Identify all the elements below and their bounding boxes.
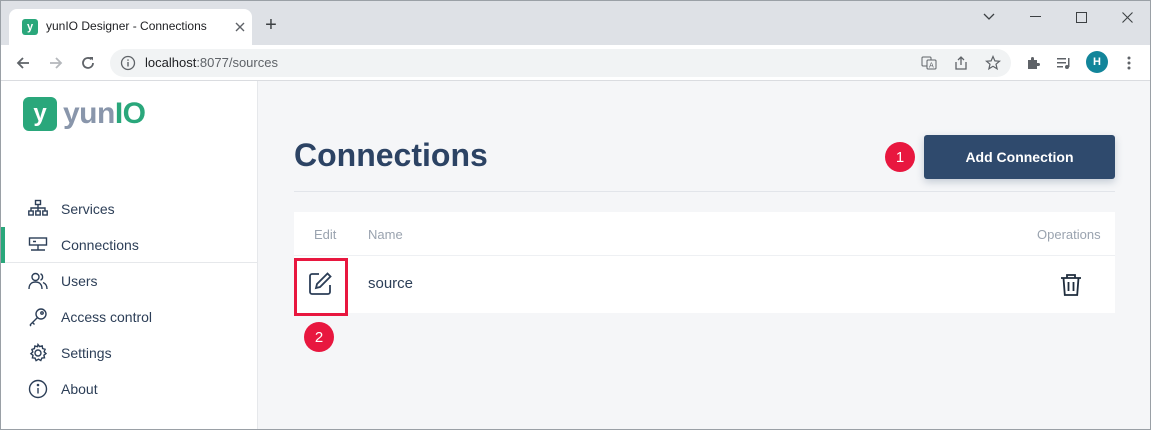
annotation-marker-2: 2 (304, 322, 334, 352)
connection-name: source (368, 275, 414, 292)
yunio-favicon-icon: y (22, 19, 38, 35)
maximize-icon[interactable] (1058, 7, 1104, 27)
column-header-edit: Edit (314, 227, 337, 242)
page-title: Connections (294, 137, 488, 173)
sidebar-item-connections[interactable]: Connections (1, 227, 258, 263)
back-arrow-icon[interactable] (11, 51, 35, 75)
sidebar-nav: Services Connections Users Access contro… (1, 191, 258, 407)
minimize-icon[interactable] (1012, 7, 1058, 27)
delete-connection-button[interactable] (1058, 272, 1084, 298)
forward-arrow-icon[interactable] (44, 51, 68, 75)
new-tab-button[interactable]: + (259, 13, 283, 37)
profile-avatar[interactable]: H (1086, 51, 1108, 73)
media-queue-icon[interactable] (1054, 53, 1074, 73)
sidebar-item-users[interactable]: Users (1, 263, 258, 299)
info-icon (27, 378, 49, 400)
svg-text:A: A (929, 62, 934, 70)
translate-icon[interactable]: A (921, 55, 937, 71)
gear-icon (27, 342, 49, 364)
edit-highlight-box (294, 258, 348, 316)
page-content: y yunIO Services Connections Users Acces… (1, 81, 1150, 429)
yunio-logo[interactable]: y yunIO (23, 97, 146, 131)
sidebar-item-label: Services (61, 201, 115, 217)
add-connection-button[interactable]: Add Connection (924, 135, 1115, 179)
bookmark-star-icon[interactable] (984, 54, 1002, 71)
title-divider (294, 191, 1115, 192)
browser-window: y yunIO Designer - Connections + localho… (0, 0, 1151, 430)
reload-icon[interactable] (76, 51, 100, 75)
sidebar: y yunIO Services Connections Users Acces… (1, 81, 258, 429)
sidebar-item-label: Access control (61, 309, 153, 325)
key-icon (27, 306, 49, 328)
browser-menu-icon[interactable] (1119, 53, 1139, 73)
share-icon[interactable] (953, 55, 969, 71)
browser-toolbar: localhost:8077/sources A H (1, 45, 1150, 81)
sidebar-item-label: Connections (61, 236, 139, 253)
column-header-name: Name (368, 227, 403, 242)
users-icon (27, 270, 49, 292)
extensions-puzzle-icon[interactable] (1023, 53, 1043, 73)
close-window-icon[interactable] (1104, 7, 1150, 27)
column-header-operations: Operations (1037, 227, 1101, 242)
logo-text: yunIO (63, 97, 146, 130)
sidebar-item-settings[interactable]: Settings (1, 335, 258, 371)
services-hierarchy-icon (27, 198, 49, 220)
address-bar[interactable]: localhost:8077/sources A (110, 49, 1011, 77)
connections-icon (27, 234, 49, 256)
yunio-logo-icon: y (23, 97, 57, 131)
tab-search-chevron-icon[interactable] (966, 7, 1012, 27)
annotation-marker-1: 1 (885, 142, 915, 172)
tab-title: yunIO Designer - Connections (46, 19, 207, 33)
sidebar-item-access-control[interactable]: Access control (1, 299, 258, 335)
tab-strip: y yunIO Designer - Connections + (1, 1, 1150, 45)
header-divider (294, 255, 1115, 256)
sidebar-item-about[interactable]: About (1, 371, 258, 407)
url-text: localhost:8077/sources (145, 55, 278, 70)
site-info-icon[interactable] (120, 55, 136, 71)
connections-table: Edit Name Operations source (294, 212, 1115, 316)
close-tab-icon[interactable] (232, 19, 248, 35)
browser-tab[interactable]: y yunIO Designer - Connections (9, 9, 252, 45)
sidebar-item-label: Users (61, 273, 98, 289)
sidebar-item-label: About (61, 381, 98, 397)
sidebar-item-services[interactable]: Services (1, 191, 258, 227)
sidebar-item-label: Settings (61, 345, 112, 361)
